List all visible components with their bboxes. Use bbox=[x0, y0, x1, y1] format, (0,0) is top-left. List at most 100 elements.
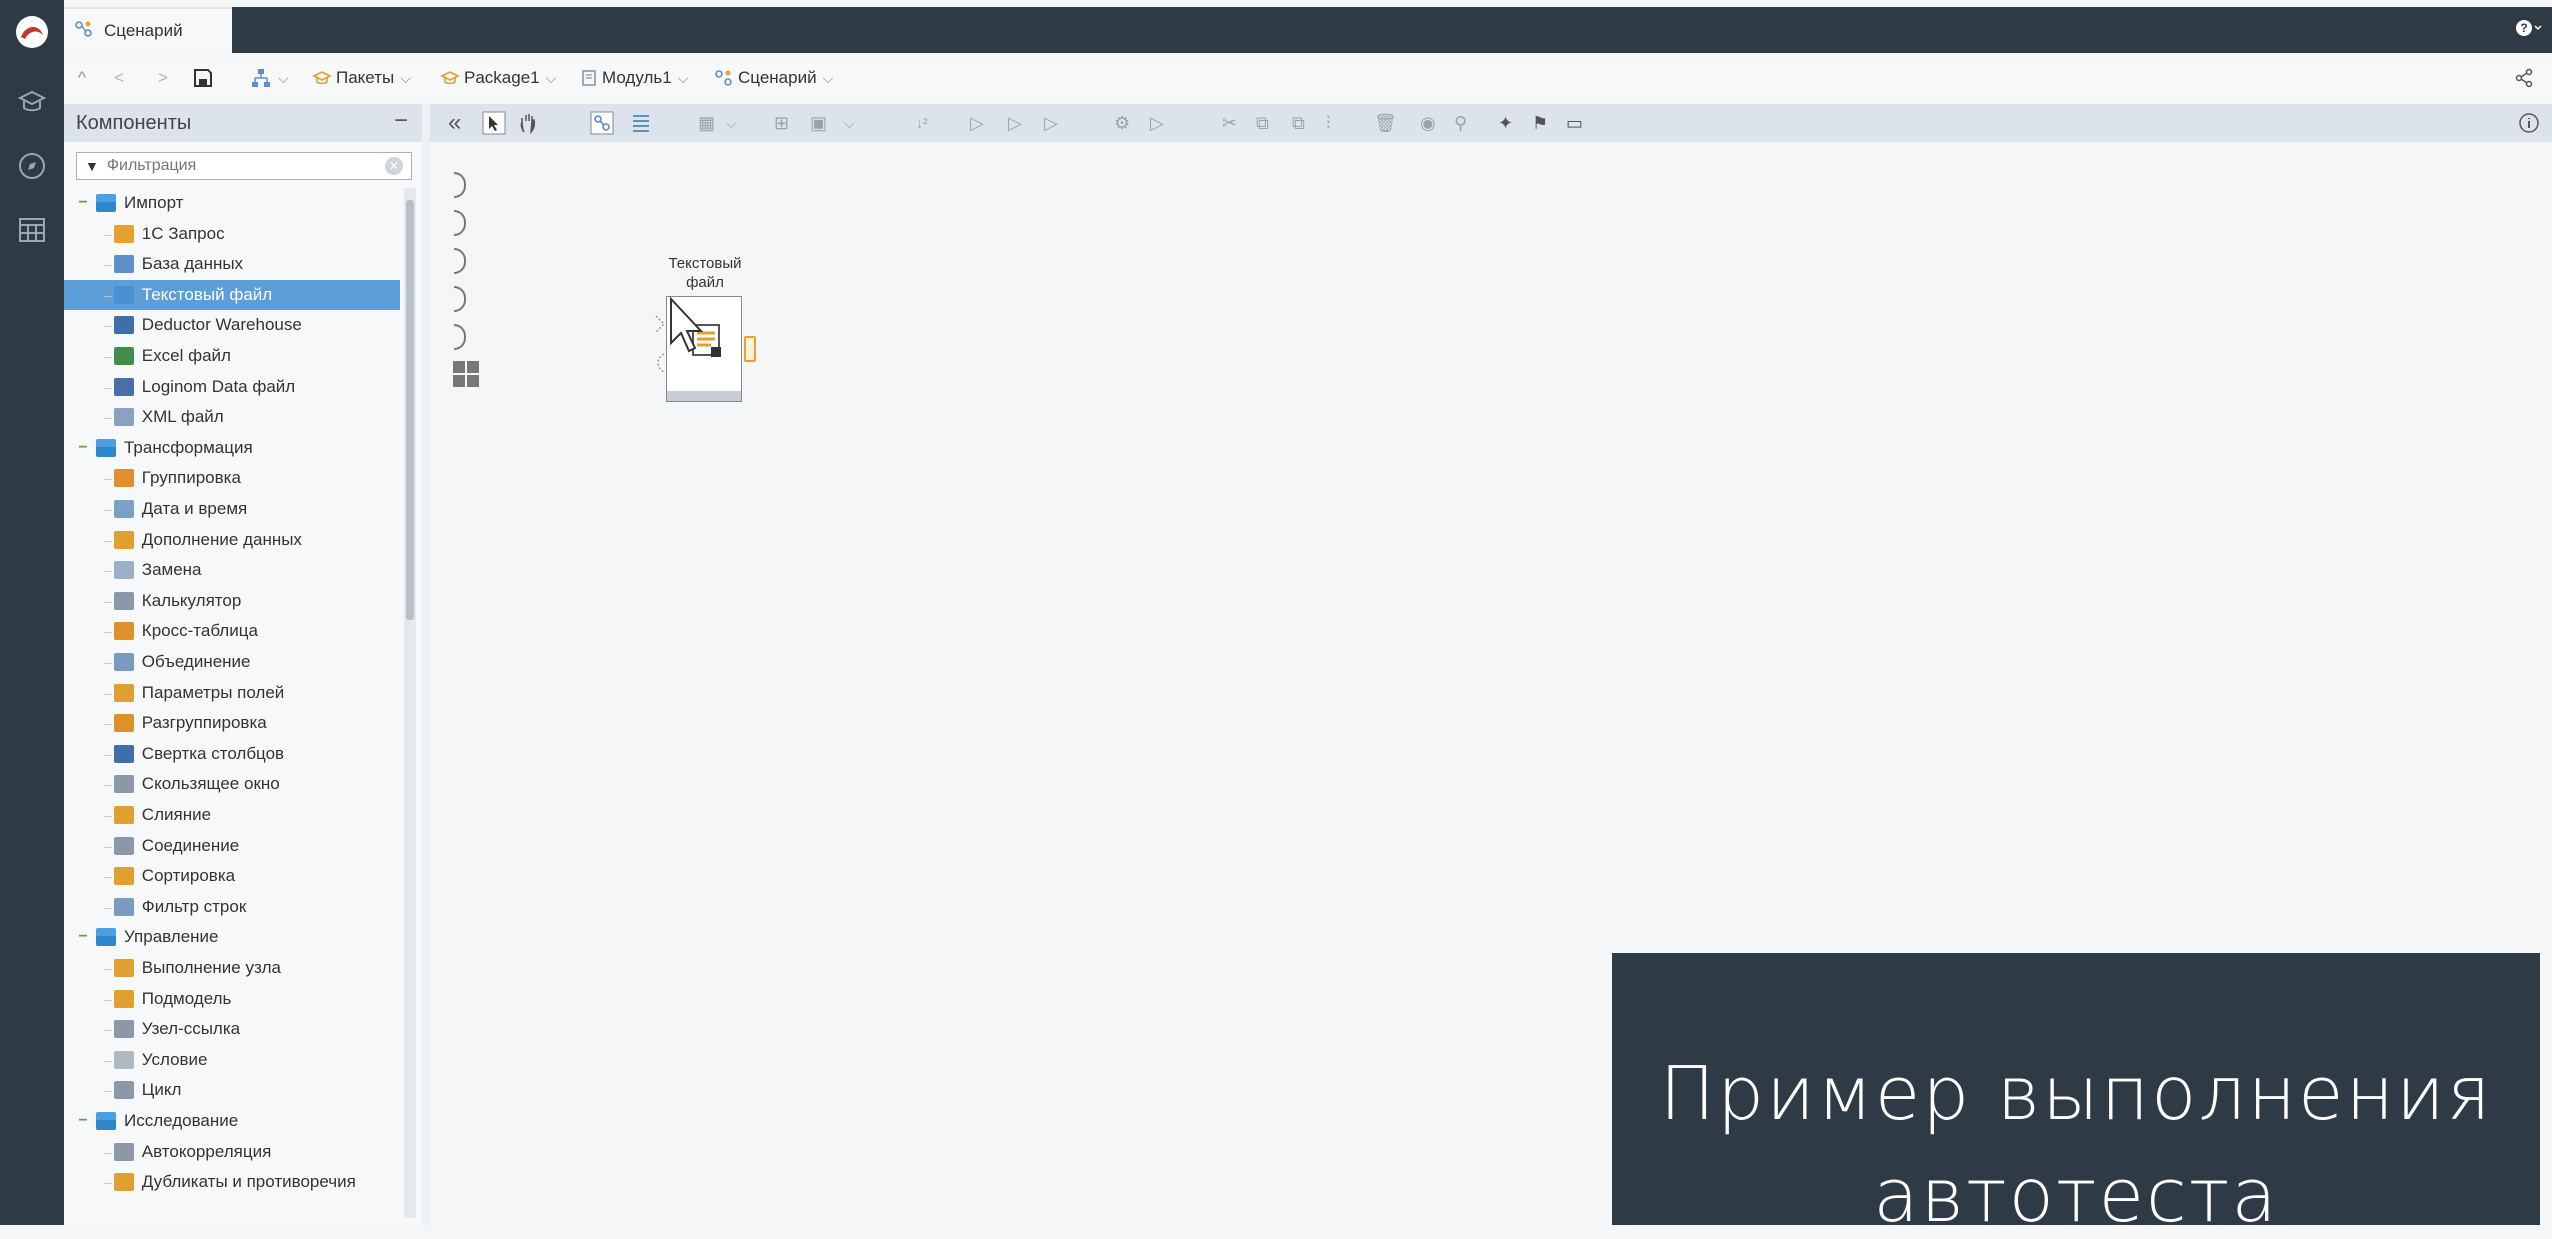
tree-item[interactable]: – Дополнение данных bbox=[64, 525, 400, 555]
group-nodes-icon[interactable]: ⊞ bbox=[774, 111, 789, 135]
document-icon[interactable]: ▭ bbox=[1566, 111, 1583, 135]
tree-item[interactable]: – Подмодель bbox=[64, 984, 400, 1014]
node-label: Текстовый файл bbox=[668, 255, 742, 291]
nav-forward-button[interactable]: > bbox=[158, 66, 168, 90]
collapse-toolbar-button[interactable]: « bbox=[448, 109, 461, 136]
tree-item[interactable]: – Объединение bbox=[64, 647, 400, 677]
run-from-node-icon[interactable]: ▷ bbox=[1044, 111, 1058, 135]
tree-scrollbar-thumb[interactable] bbox=[406, 200, 414, 620]
tree-item[interactable]: – XML файл bbox=[64, 402, 400, 432]
tree-folder[interactable]: − Трансформация bbox=[64, 433, 400, 463]
node-output-port[interactable] bbox=[744, 336, 756, 362]
nav-back-button[interactable]: < bbox=[114, 66, 124, 90]
tree-folder[interactable]: − Управление bbox=[64, 922, 400, 952]
tree-item[interactable]: – Текстовый файл bbox=[64, 279, 400, 310]
run-to-node-icon[interactable]: ▷ bbox=[1008, 111, 1022, 135]
sort-icon[interactable]: ↓² bbox=[916, 111, 928, 135]
collapse-panel-button[interactable]: − bbox=[394, 107, 408, 135]
input-port[interactable] bbox=[454, 286, 466, 312]
save-icon[interactable] bbox=[192, 66, 214, 90]
tree-item[interactable]: – Разгруппировка bbox=[64, 708, 400, 738]
compass-icon[interactable] bbox=[14, 148, 50, 184]
copy-nodes-icon[interactable]: ▣ bbox=[810, 111, 827, 135]
module-icon bbox=[582, 70, 596, 86]
tree-item[interactable]: – Замена bbox=[64, 555, 400, 585]
tree-item[interactable]: – Свертка столбцов bbox=[64, 739, 400, 769]
tree-toggle-icon[interactable]: − bbox=[76, 928, 90, 946]
tab-scenario[interactable]: Сценарий bbox=[64, 7, 232, 53]
tree-item[interactable]: –1С Запрос bbox=[64, 219, 400, 249]
tree-item[interactable]: – База данных bbox=[64, 249, 400, 279]
flag-icon[interactable]: ⚑ bbox=[1532, 111, 1548, 135]
tree-item[interactable]: – Калькулятор bbox=[64, 586, 400, 616]
panel-splitter[interactable] bbox=[422, 104, 430, 1225]
auto-layout-icon[interactable] bbox=[590, 111, 614, 135]
tree-item[interactable]: – Автокорреляция bbox=[64, 1137, 400, 1167]
breadcrumb-item-package1[interactable]: Package1 ⌵ bbox=[440, 66, 556, 90]
tree-item[interactable]: – Условие bbox=[64, 1045, 400, 1075]
paste-icon[interactable]: ⧉ bbox=[1292, 111, 1305, 135]
tree-item[interactable]: – Дубликаты и противоречия bbox=[64, 1167, 400, 1197]
copy-icon[interactable]: ⧉ bbox=[1256, 111, 1269, 135]
add-port-icon[interactable] bbox=[452, 360, 480, 393]
list-view-icon[interactable] bbox=[630, 111, 652, 135]
breadcrumb-item-scenario[interactable]: Сценарий ⌵ bbox=[714, 66, 833, 90]
tree-item[interactable]: – Выполнение узла bbox=[64, 953, 400, 983]
tree-item-label: Трансформация bbox=[124, 437, 253, 457]
input-port[interactable] bbox=[454, 324, 466, 350]
tree-toggle-icon[interactable]: − bbox=[76, 1112, 90, 1130]
table-icon[interactable] bbox=[14, 212, 50, 248]
copy-nodes-dropdown[interactable]: ⌵ bbox=[844, 111, 855, 135]
select-tool-icon[interactable] bbox=[482, 111, 506, 135]
packages-icon[interactable] bbox=[14, 84, 50, 120]
paste-special-icon[interactable]: ⫶ bbox=[1326, 111, 1331, 135]
link-icon[interactable]: ⚲ bbox=[1454, 111, 1467, 135]
delete-icon[interactable]: 🗑 bbox=[1374, 111, 1397, 135]
breadcrumb-item-packages[interactable]: Пакеты ⌵ bbox=[312, 66, 411, 90]
tree-item[interactable]: – Кросс-таблица bbox=[64, 616, 400, 646]
tree-item[interactable]: – Фильтр строк bbox=[64, 892, 400, 922]
tree-item[interactable]: – Скользящее окно bbox=[64, 769, 400, 799]
info-icon[interactable] bbox=[2518, 111, 2540, 135]
tree-item[interactable]: – Группировка bbox=[64, 463, 400, 493]
run-node-icon[interactable]: ▷ bbox=[970, 111, 984, 135]
filter-input[interactable] bbox=[104, 156, 369, 176]
help-icon[interactable]: ? bbox=[2514, 17, 2544, 44]
tree-item[interactable]: – Excel файл bbox=[64, 341, 400, 371]
tree-item[interactable]: – Дата и время bbox=[64, 494, 400, 524]
tree-item[interactable]: – Соединение bbox=[64, 831, 400, 861]
input-port[interactable] bbox=[454, 210, 466, 236]
input-port[interactable] bbox=[454, 248, 466, 274]
node-input-port-icon[interactable] bbox=[654, 314, 666, 379]
clear-filter-icon[interactable]: ✕ bbox=[385, 157, 403, 175]
share-icon[interactable] bbox=[2514, 66, 2534, 90]
cut-icon[interactable]: ✂ bbox=[1222, 111, 1237, 135]
component-icon bbox=[113, 1142, 134, 1161]
text-file-node[interactable] bbox=[666, 296, 742, 402]
tree-item[interactable]: – Сортировка bbox=[64, 861, 400, 891]
input-port[interactable] bbox=[454, 172, 466, 198]
tree-item[interactable]: – Deductor Warehouse bbox=[64, 310, 400, 340]
node-properties-dropdown[interactable]: ⌵ bbox=[726, 111, 737, 135]
pan-tool-icon[interactable] bbox=[518, 111, 538, 135]
node-properties-icon[interactable]: ▦ bbox=[698, 111, 715, 135]
reset-icon[interactable]: ▷ bbox=[1150, 111, 1164, 135]
tree-folder[interactable]: − Импорт bbox=[64, 188, 400, 218]
breadcrumb-item-module1[interactable]: Модуль1 ⌵ bbox=[580, 66, 688, 90]
hierarchy-icon[interactable]: ⌵ bbox=[250, 66, 289, 90]
tree-item[interactable]: – Слияние bbox=[64, 800, 400, 830]
tree-item[interactable]: – Цикл bbox=[64, 1075, 400, 1105]
tree-item[interactable]: – Loginom Data файл bbox=[64, 372, 400, 402]
tree-item[interactable]: – Узел-ссылка bbox=[64, 1014, 400, 1044]
tree-toggle-icon[interactable]: − bbox=[76, 194, 90, 212]
nav-up-button[interactable]: ^ bbox=[78, 66, 86, 90]
settings-icon[interactable]: ⚙ bbox=[1114, 111, 1130, 135]
tree-item[interactable]: – Параметры полей bbox=[64, 678, 400, 708]
app-logo-icon[interactable] bbox=[14, 14, 50, 50]
tree-folder[interactable]: − Исследование bbox=[64, 1106, 400, 1136]
tree-scrollbar[interactable] bbox=[404, 188, 416, 1218]
tree-toggle-icon[interactable]: − bbox=[76, 439, 90, 457]
pin-icon[interactable]: ✦ bbox=[1498, 111, 1513, 135]
tab-title: Сценарий bbox=[104, 21, 183, 40]
view-icon[interactable]: ◉ bbox=[1420, 111, 1436, 135]
